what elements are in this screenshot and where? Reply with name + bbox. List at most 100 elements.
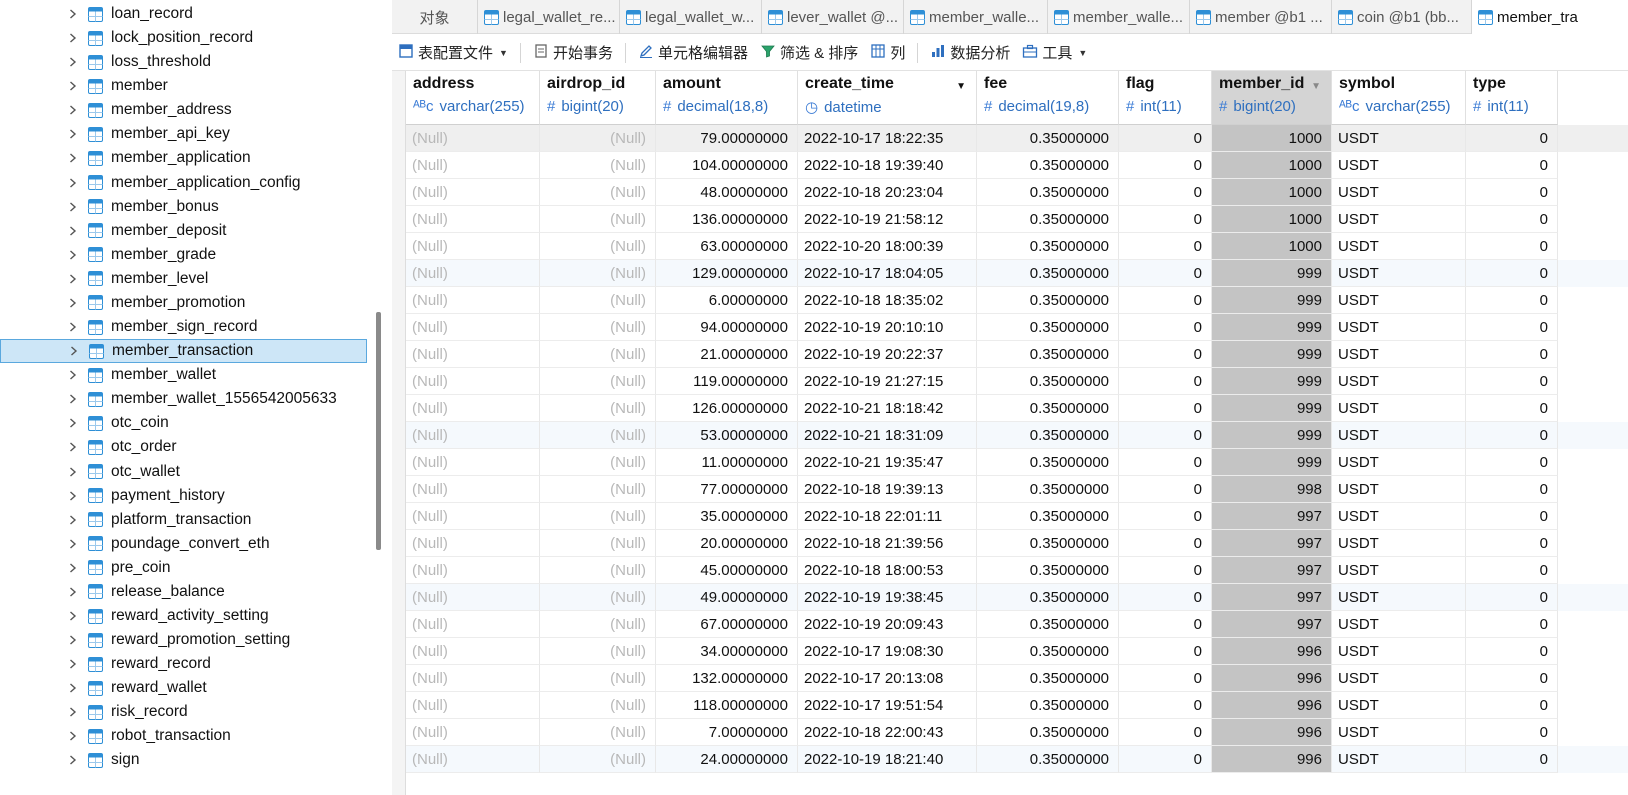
chevron-right-icon[interactable] xyxy=(68,105,78,115)
table-row[interactable]: (Null) (Null) 77.00000000 2022-10-18 19:39:… xyxy=(406,476,1628,503)
cell-fee[interactable]: 0.35000000 xyxy=(977,422,1119,449)
cell-flag[interactable]: 0 xyxy=(1119,746,1212,773)
cell-airdrop-id[interactable]: (Null) xyxy=(540,287,656,314)
cell-flag[interactable]: 0 xyxy=(1119,449,1212,476)
cell-amount[interactable]: 48.00000000 xyxy=(656,179,798,206)
sidebar-item-loan-record[interactable]: loan_record xyxy=(0,2,367,26)
cell-member-id[interactable]: 1000 xyxy=(1212,152,1332,179)
cell-airdrop-id[interactable]: (Null) xyxy=(540,476,656,503)
sidebar-item-otc-wallet[interactable]: otc_wallet xyxy=(0,460,367,484)
cell-airdrop-id[interactable]: (Null) xyxy=(540,395,656,422)
cell-airdrop-id[interactable]: (Null) xyxy=(540,692,656,719)
cell-address[interactable]: (Null) xyxy=(406,395,540,422)
cell-symbol[interactable]: USDT xyxy=(1332,341,1466,368)
sidebar-item-member-deposit[interactable]: member_deposit xyxy=(0,219,367,243)
cell-symbol[interactable]: USDT xyxy=(1332,584,1466,611)
cell-create-time[interactable]: 2022-10-21 19:35:47 xyxy=(798,449,977,476)
cell-type[interactable]: 0 xyxy=(1466,233,1558,260)
cell-amount[interactable]: 6.00000000 xyxy=(656,287,798,314)
tab-6[interactable]: member @b1 ... xyxy=(1190,0,1332,34)
cell-fee[interactable]: 0.35000000 xyxy=(977,692,1119,719)
cell-create-time[interactable]: 2022-10-17 18:04:05 xyxy=(798,260,977,287)
cell-create-time[interactable]: 2022-10-19 20:22:37 xyxy=(798,341,977,368)
cell-member-id[interactable]: 997 xyxy=(1212,584,1332,611)
cell-type[interactable]: 0 xyxy=(1466,746,1558,773)
cell-member-id[interactable]: 1000 xyxy=(1212,233,1332,260)
cell-flag[interactable]: 0 xyxy=(1119,422,1212,449)
chevron-right-icon[interactable] xyxy=(68,491,78,501)
chevron-right-icon[interactable] xyxy=(68,587,78,597)
sidebar-item-payment-history[interactable]: payment_history xyxy=(0,484,367,508)
sidebar-item-reward-promotion-setting[interactable]: reward_promotion_setting xyxy=(0,628,367,652)
cell-amount[interactable]: 11.00000000 xyxy=(656,449,798,476)
chevron-right-icon[interactable] xyxy=(68,731,78,741)
table-row[interactable]: (Null) (Null) 67.00000000 2022-10-19 20:09:… xyxy=(406,611,1628,638)
chevron-right-icon[interactable] xyxy=(68,322,78,332)
cell-type[interactable]: 0 xyxy=(1466,422,1558,449)
table-row[interactable]: (Null) (Null) 48.00000000 2022-10-18 20:23:… xyxy=(406,179,1628,206)
sidebar-item-member-api-key[interactable]: member_api_key xyxy=(0,122,367,146)
cell-fee[interactable]: 0.35000000 xyxy=(977,746,1119,773)
cell-flag[interactable]: 0 xyxy=(1119,476,1212,503)
cell-create-time[interactable]: 2022-10-18 22:00:43 xyxy=(798,719,977,746)
cell-symbol[interactable]: USDT xyxy=(1332,719,1466,746)
cell-create-time[interactable]: 2022-10-17 18:22:35 xyxy=(798,125,977,152)
cell-amount[interactable]: 119.00000000 xyxy=(656,368,798,395)
cell-flag[interactable]: 0 xyxy=(1119,638,1212,665)
cell-amount[interactable]: 24.00000000 xyxy=(656,746,798,773)
cell-fee[interactable]: 0.35000000 xyxy=(977,206,1119,233)
cell-fee[interactable]: 0.35000000 xyxy=(977,665,1119,692)
cell-flag[interactable]: 0 xyxy=(1119,584,1212,611)
cell-amount[interactable]: 77.00000000 xyxy=(656,476,798,503)
cell-flag[interactable]: 0 xyxy=(1119,125,1212,152)
cell-address[interactable]: (Null) xyxy=(406,152,540,179)
cell-amount[interactable]: 94.00000000 xyxy=(656,314,798,341)
cell-amount[interactable]: 34.00000000 xyxy=(656,638,798,665)
cell-type[interactable]: 0 xyxy=(1466,719,1558,746)
chevron-right-icon[interactable] xyxy=(68,226,78,236)
cell-fee[interactable]: 0.35000000 xyxy=(977,584,1119,611)
cell-airdrop-id[interactable]: (Null) xyxy=(540,503,656,530)
table-row[interactable]: (Null) (Null) 104.00000000 2022-10-18 19:39… xyxy=(406,152,1628,179)
begin-transaction-button[interactable]: 开始事务 xyxy=(527,38,619,68)
cell-symbol[interactable]: USDT xyxy=(1332,233,1466,260)
chevron-right-icon[interactable] xyxy=(68,81,78,91)
cell-flag[interactable]: 0 xyxy=(1119,368,1212,395)
cell-create-time[interactable]: 2022-10-21 18:31:09 xyxy=(798,422,977,449)
tab-7[interactable]: coin @b1 (bb... xyxy=(1332,0,1472,34)
cell-airdrop-id[interactable]: (Null) xyxy=(540,638,656,665)
cell-flag[interactable]: 0 xyxy=(1119,665,1212,692)
column-header-airdrop-id[interactable]: airdrop_id # bigint(20) xyxy=(540,71,656,125)
chevron-right-icon[interactable] xyxy=(68,274,78,284)
cell-address[interactable]: (Null) xyxy=(406,368,540,395)
column-header-create-time[interactable]: create_time ◷ datetime ▼ xyxy=(798,71,977,125)
table-row[interactable]: (Null) (Null) 132.00000000 2022-10-17 20:13… xyxy=(406,665,1628,692)
table-row[interactable]: (Null) (Null) 6.00000000 2022-10-18 18:35:0… xyxy=(406,287,1628,314)
cell-create-time[interactable]: 2022-10-20 18:00:39 xyxy=(798,233,977,260)
cell-create-time[interactable]: 2022-10-18 19:39:40 xyxy=(798,152,977,179)
cell-flag[interactable]: 0 xyxy=(1119,179,1212,206)
cell-address[interactable]: (Null) xyxy=(406,557,540,584)
cell-flag[interactable]: 0 xyxy=(1119,530,1212,557)
cell-create-time[interactable]: 2022-10-17 19:08:30 xyxy=(798,638,977,665)
cell-amount[interactable]: 132.00000000 xyxy=(656,665,798,692)
cell-fee[interactable]: 0.35000000 xyxy=(977,179,1119,206)
sidebar-item-member[interactable]: member xyxy=(0,74,367,98)
cell-fee[interactable]: 0.35000000 xyxy=(977,611,1119,638)
chevron-right-icon[interactable] xyxy=(68,707,78,717)
cell-address[interactable]: (Null) xyxy=(406,287,540,314)
cell-symbol[interactable]: USDT xyxy=(1332,746,1466,773)
table-config-button[interactable]: 表配置文件 ▼ xyxy=(392,38,514,68)
sidebar-item-member-wallet-1556542005633[interactable]: member_wallet_1556542005633 xyxy=(0,387,367,411)
cell-create-time[interactable]: 2022-10-17 19:51:54 xyxy=(798,692,977,719)
sidebar-item-pre-coin[interactable]: pre_coin xyxy=(0,556,367,580)
cell-type[interactable]: 0 xyxy=(1466,206,1558,233)
cell-airdrop-id[interactable]: (Null) xyxy=(540,665,656,692)
cell-airdrop-id[interactable]: (Null) xyxy=(540,125,656,152)
cell-amount[interactable]: 7.00000000 xyxy=(656,719,798,746)
cell-create-time[interactable]: 2022-10-19 19:38:45 xyxy=(798,584,977,611)
cell-symbol[interactable]: USDT xyxy=(1332,665,1466,692)
cell-address[interactable]: (Null) xyxy=(406,719,540,746)
cell-type[interactable]: 0 xyxy=(1466,314,1558,341)
cell-fee[interactable]: 0.35000000 xyxy=(977,449,1119,476)
